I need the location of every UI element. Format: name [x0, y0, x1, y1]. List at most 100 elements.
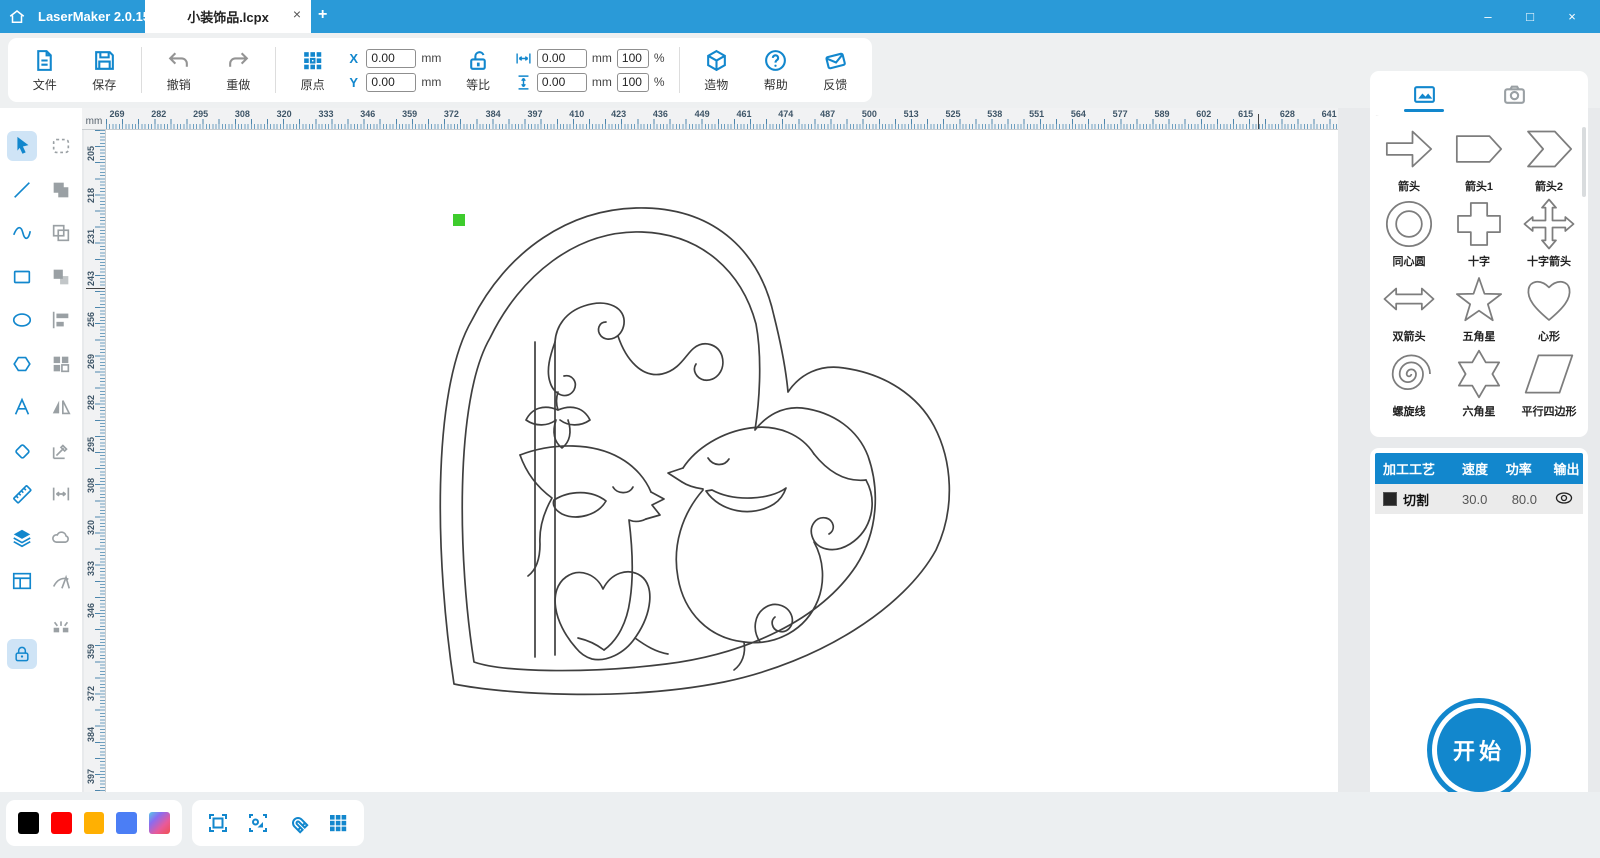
shape-label: 六角星 — [1462, 406, 1496, 418]
height-input[interactable] — [536, 72, 587, 92]
tab-close-icon[interactable]: × — [293, 6, 301, 22]
x-input[interactable] — [366, 48, 417, 68]
select-icon — [17, 136, 29, 154]
feedback-envelope-icon — [825, 52, 846, 69]
frame-button[interactable] — [206, 810, 230, 836]
undo-button[interactable]: 撤销 — [156, 48, 202, 93]
tool-select[interactable] — [7, 131, 37, 161]
tool-table[interactable] — [7, 566, 37, 596]
ruler-top-label: 295 — [193, 109, 209, 119]
vertical-ruler: 205 218 231 243 256 269 282 295 308 320 333 346 359 3… — [84, 130, 106, 792]
ruler-top-label: 282 — [151, 109, 167, 119]
ruler-top-label: 372 — [443, 109, 459, 119]
heart-birds-design[interactable] — [106, 130, 1338, 792]
shape-arrow-pentagon[interactable]: 箭头1 — [1444, 121, 1514, 194]
shape-parallelogram[interactable]: 平行四边形 — [1514, 346, 1584, 419]
file-button[interactable]: 文件 — [22, 48, 68, 93]
tool-line[interactable] — [7, 175, 37, 205]
tool-text[interactable] — [7, 392, 37, 422]
tool-layers[interactable] — [7, 523, 37, 553]
tool-ruler[interactable] — [7, 479, 37, 509]
shape-cross-arrows[interactable]: 十字箭头 — [1514, 196, 1584, 269]
color-swatch[interactable] — [83, 812, 105, 834]
tab-camera[interactable] — [1492, 79, 1536, 109]
ruler-icon — [13, 485, 32, 504]
width-input[interactable] — [536, 48, 587, 68]
tool-subtract[interactable] — [46, 262, 76, 292]
tool-curve[interactable] — [7, 218, 37, 248]
ellipse-icon — [12, 313, 32, 327]
shape-arrow-chevron[interactable]: 箭头2 — [1514, 121, 1584, 194]
mirror-icon — [52, 400, 71, 415]
document-tab[interactable]: 小装饰品.lcpx × — [145, 0, 311, 33]
tool-union[interactable] — [46, 175, 76, 205]
color-swatch[interactable] — [50, 812, 72, 834]
color-swatch[interactable] — [18, 812, 39, 834]
shape-arrow-right[interactable]: 箭头 — [1374, 121, 1444, 194]
redo-button[interactable]: 重做 — [215, 48, 261, 93]
tool-eraser[interactable] — [7, 436, 37, 466]
magnet-button[interactable] — [286, 810, 310, 836]
process-speed: 30.0 — [1462, 491, 1488, 507]
grid-button[interactable] — [326, 810, 350, 836]
tool-node-select[interactable] — [46, 131, 76, 161]
color-swatch[interactable] — [116, 812, 138, 834]
shape-concentric-circles[interactable]: 同心圆 — [1374, 196, 1444, 269]
grid-icon — [330, 815, 347, 832]
tab-gallery[interactable] — [1402, 79, 1446, 112]
shape-double-arrow[interactable]: 双箭头 — [1374, 271, 1444, 344]
tool-arrange[interactable] — [46, 349, 76, 379]
feedback-button[interactable]: 反馈 — [813, 48, 859, 93]
lock-tool-button[interactable] — [7, 639, 37, 669]
tool-ellipse[interactable] — [7, 305, 37, 335]
fit-view-button[interactable] — [246, 810, 270, 836]
output-visibility-toggle[interactable] — [1546, 491, 1583, 508]
node-select-icon — [52, 138, 70, 154]
undo-label: 撤销 — [166, 77, 191, 92]
window-maximize-button[interactable]: □ — [1512, 0, 1548, 33]
tool-polygon[interactable] — [7, 349, 37, 379]
ruler-top-label: 551 — [1029, 109, 1045, 119]
shape-cross[interactable]: 十字 — [1444, 196, 1514, 269]
arrow-right-icon — [1385, 130, 1433, 168]
tool-measure[interactable] — [46, 436, 76, 466]
y-input[interactable] — [366, 72, 417, 92]
new-tab-button[interactable]: + — [318, 6, 327, 24]
toolbar-separator — [678, 47, 680, 93]
ruler-left-label: 372 — [86, 685, 96, 701]
tool-mirror[interactable] — [46, 392, 76, 422]
tool-rectangle[interactable] — [7, 262, 37, 292]
design-canvas[interactable] — [106, 130, 1338, 792]
shape-label: 箭头1 — [1464, 181, 1494, 193]
tool-combine[interactable] — [46, 218, 76, 248]
window-close-button[interactable]: × — [1554, 0, 1590, 33]
app-window: LaserMaker 2.0.15 小装饰品.lcpx × + – □ × 文件… — [0, 0, 1600, 858]
shape-star-5[interactable]: 五角星 — [1444, 271, 1514, 344]
tool-dimension[interactable] — [46, 479, 76, 509]
tool-text-path[interactable] — [46, 566, 76, 596]
process-table-row[interactable]: 切割 30.0 80.0 — [1375, 484, 1583, 514]
shape-heart[interactable]: 心形 — [1514, 271, 1584, 344]
create-button[interactable]: 造物 — [693, 48, 739, 93]
tool-break[interactable] — [46, 610, 76, 640]
shape-star-6[interactable]: 六角星 — [1444, 346, 1514, 419]
window-minimize-button[interactable]: – — [1470, 0, 1506, 33]
tool-align[interactable] — [46, 305, 76, 335]
height-percent-input[interactable] — [616, 72, 649, 92]
shape-label: 十字 — [1468, 256, 1490, 268]
origin-button[interactable]: 原点 — [290, 48, 336, 93]
help-button[interactable]: 帮助 — [753, 48, 799, 93]
width-percent-input[interactable] — [616, 48, 649, 68]
save-button[interactable]: 保存 — [82, 48, 128, 93]
ruler-left-label: 320 — [86, 519, 96, 535]
home-button[interactable] — [0, 0, 34, 33]
tool-weld[interactable] — [46, 523, 76, 553]
start-button[interactable]: 开始 — [1427, 698, 1531, 802]
ruler-top-label: 525 — [945, 109, 961, 119]
process-col-header: 速度 — [1462, 462, 1489, 477]
gallery-scrollbar[interactable] — [1582, 127, 1586, 197]
proportional-lock-button[interactable]: 等比 — [455, 48, 501, 93]
gradient-swatch[interactable] — [149, 812, 170, 834]
ruler-left-label: 308 — [86, 477, 96, 493]
shape-spiral[interactable]: 螺旋线 — [1374, 346, 1444, 419]
